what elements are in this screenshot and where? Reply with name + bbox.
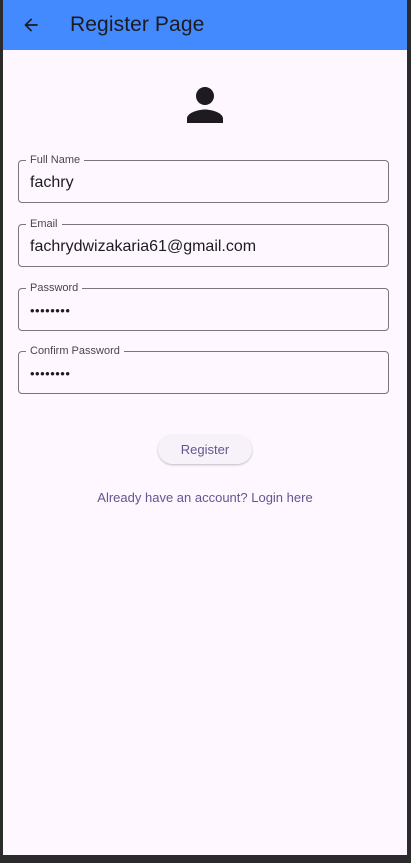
password-field[interactable]: Password •••••••• [18,282,389,331]
confirm-password-value: •••••••• [30,366,71,381]
arrow-back-icon [24,18,38,32]
full-name-field[interactable]: Full Name fachry [18,154,389,203]
register-screen: Register Page Full Name fachry Email fac… [3,0,407,855]
confirm-password-field[interactable]: Confirm Password •••••••• [18,345,389,394]
person-icon [187,87,223,123]
confirm-password-label: Confirm Password [26,345,124,358]
email-value: fachrydwizakaria61@gmail.com [30,238,257,255]
email-label: Email [26,218,62,231]
register-button[interactable]: Register [158,435,252,464]
password-label: Password [26,282,83,295]
password-value: •••••••• [30,303,71,318]
full-name-value: fachry [30,174,74,191]
full-name-label: Full Name [26,154,85,167]
page-title: Register Page [70,13,205,36]
email-field[interactable]: Email fachrydwizakaria61@gmail.com [18,218,389,267]
login-link[interactable]: Already have an account? Login here [3,490,407,505]
app-bar: Register Page [3,0,407,50]
back-button[interactable] [17,11,45,39]
